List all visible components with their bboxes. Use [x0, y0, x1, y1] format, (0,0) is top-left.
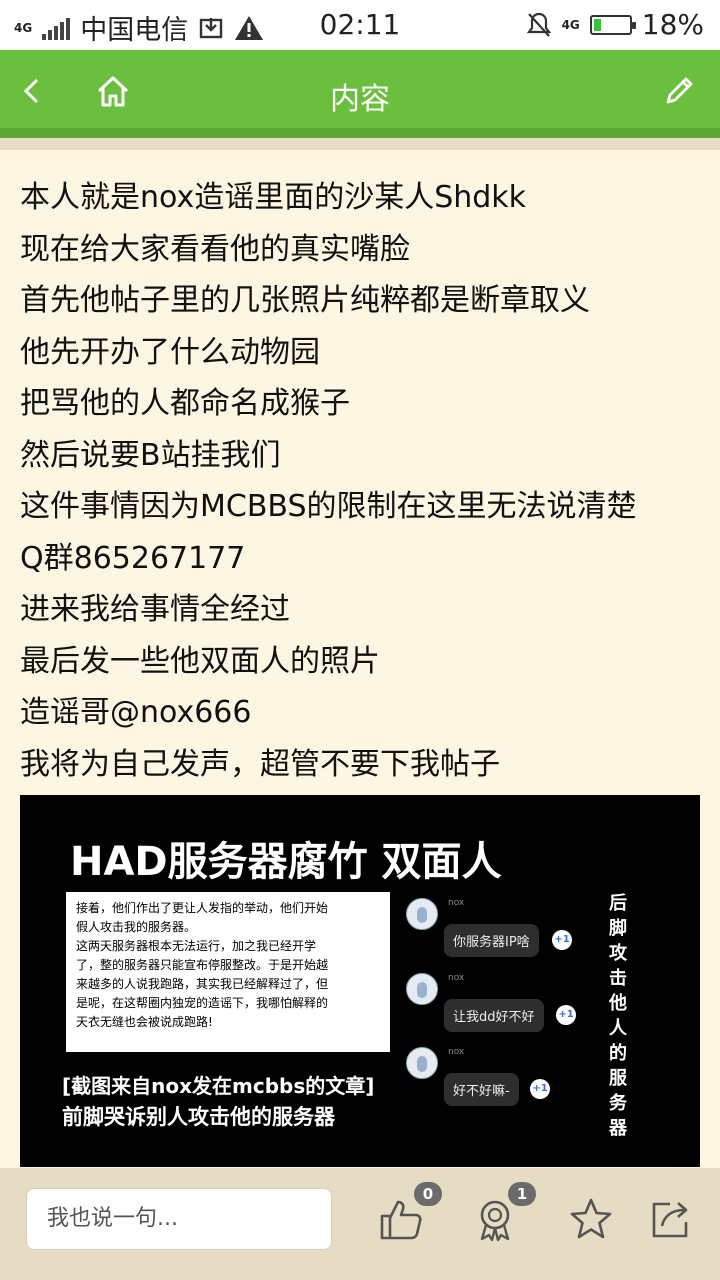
post-line: 我将为自己发声，超管不要下我帖子 — [20, 746, 500, 782]
quote-line: 来越多的人说我跑路，其实我已经解释过了，但 — [76, 977, 329, 991]
reply-input[interactable]: 我也说一句... — [26, 1188, 332, 1250]
status-right: 4G 18% — [526, 8, 704, 41]
star-icon — [570, 1198, 612, 1239]
chat-username: nox — [448, 898, 465, 908]
plus-one-icon: +1 — [530, 1079, 550, 1099]
plus-one-icon: +1 — [556, 1005, 576, 1025]
battery-icon — [589, 14, 636, 35]
avatar — [406, 898, 438, 930]
quote-line: 是呢，在这帮圈内独宠的造谣下，我哪怕解释的 — [76, 996, 329, 1010]
post-line: 首先他帖子里的几张照片纯粹都是断章取义 — [20, 283, 590, 318]
post-line: 他先开办了什么动物园 — [20, 334, 320, 370]
quote-line: 假人攻击我的服务器。 — [76, 920, 197, 934]
post-line: 本人就是nox造谣里面的沙某人Shdkk — [20, 180, 527, 215]
status-bar: 4G 中国电信 02:11 4G 18% — [0, 0, 720, 50]
image-caption: 前脚哭诉别人攻击他的服务器 — [62, 1105, 335, 1129]
share-button[interactable] — [648, 1196, 696, 1244]
like-button[interactable]: 0 — [378, 1182, 442, 1244]
battery-fill — [593, 18, 601, 31]
image-title: HAD服务器腐竹 双面人 — [70, 839, 502, 885]
app-header: 内容 — [0, 50, 720, 138]
award-button[interactable]: 1 — [472, 1182, 536, 1244]
plus-one-icon: +1 — [552, 930, 572, 950]
avatar — [406, 973, 438, 1005]
pencil-icon — [666, 77, 693, 104]
post-line: 把骂他的人都命名成猴子 — [20, 386, 350, 421]
post-line: Q群865267177 — [20, 540, 246, 576]
post-line: 造谣哥@nox666 — [20, 695, 252, 730]
chat-username: nox — [448, 1047, 465, 1057]
edit-button[interactable] — [656, 68, 702, 114]
post-line: 最后发一些他双面人的照片 — [20, 643, 380, 679]
award-count-badge: 1 — [508, 1182, 536, 1206]
mute-bell-icon — [526, 12, 551, 37]
network-type-right: 4G — [561, 17, 580, 32]
like-count-badge: 0 — [414, 1182, 442, 1206]
image-caption-source: [截图来自nox发在mcbbs的文章] — [62, 1074, 375, 1098]
image-quote: 接着，他们作出了更让人发指的举动，他们开始 假人攻击我的服务器。 这两天服务器根… — [66, 892, 390, 1052]
post-line: 然后说要B站挂我们 — [20, 437, 281, 473]
chat-bubble: 好不好嘛- — [444, 1073, 519, 1106]
post-image[interactable]: HAD服务器腐竹 双面人 接着，他们作出了更让人发指的举动，他们开始 假人攻击我… — [20, 795, 700, 1167]
quote-line: 了，整的服务器只能宣布停服整改。于是开始越 — [76, 958, 329, 972]
avatar — [406, 1047, 438, 1079]
quote-line: 接着，他们作出了更让人发指的举动，他们开始 — [76, 901, 329, 915]
battery-percent: 18% — [641, 8, 704, 41]
post-line: 现在给大家看看他的真实嘴脸 — [20, 231, 410, 267]
post-line: 这件事情因为MCBBS的限制在这里无法说清楚 — [20, 489, 637, 524]
chat-username: nox — [448, 973, 465, 983]
quote-line: 这两天服务器根本无法运行，加之我已经开学 — [76, 939, 317, 953]
share-icon — [652, 1202, 688, 1238]
quote-line: 天衣无缝也会被说成跑路! — [76, 1015, 213, 1029]
post-body: 本人就是nox造谣里面的沙某人Shdkk 现在给大家看看他的真实嘴脸 首先他帖子… — [20, 172, 700, 790]
bottom-action-bar: 我也说一句... 0 1 — [0, 1168, 720, 1280]
favorite-button[interactable] — [568, 1196, 616, 1244]
chat-bubble: 让我dd好不好 — [444, 999, 544, 1032]
divider — [0, 138, 720, 150]
chat-bubble: 你服务器IP啥 — [444, 924, 539, 957]
image-side-text: 后脚攻击他人的服务器 — [609, 893, 627, 1139]
post-line: 进来我给事情全经过 — [20, 592, 290, 627]
page-title: 内容 — [330, 82, 390, 117]
